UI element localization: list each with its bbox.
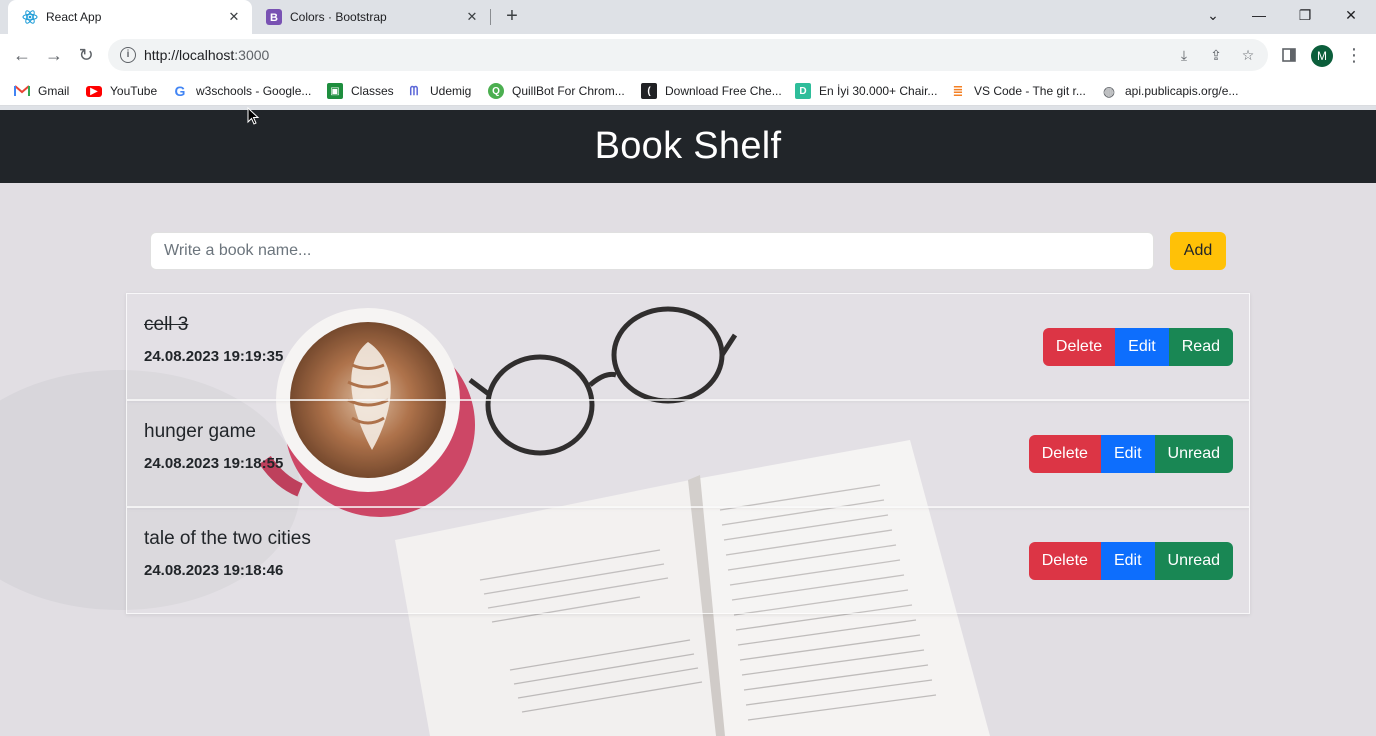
cheatsheet-icon: ( (641, 83, 657, 99)
bootstrap-icon: B (266, 9, 282, 25)
tab-title: Colors · Bootstrap (290, 10, 387, 24)
star-icon[interactable]: ☆ (1240, 47, 1256, 63)
book-actions: Delete Edit Read (1042, 328, 1233, 366)
url-text: http://localhost:3000 (144, 47, 270, 63)
mouse-cursor-icon (247, 107, 260, 125)
forward-icon[interactable]: → (42, 43, 66, 67)
quillbot-icon: Q (488, 83, 504, 99)
address-bar[interactable]: i http://localhost:3000 ⤓ ⇪ ☆ (108, 39, 1268, 71)
site-info-icon[interactable]: i (120, 47, 136, 63)
read-toggle-button[interactable]: Read (1168, 328, 1233, 366)
app-title: Book Shelf (594, 125, 782, 167)
list-item: hunger game 24.08.2023 19:18:55 Delete E… (126, 400, 1250, 507)
tab-title: React App (46, 10, 102, 24)
google-icon: G (174, 83, 186, 99)
reload-icon[interactable]: ↻ (74, 43, 98, 67)
book-date: 24.08.2023 19:18:46 (144, 562, 284, 579)
list-item: tale of the two cities 24.08.2023 19:18:… (126, 507, 1250, 614)
edit-button[interactable]: Edit (1100, 542, 1155, 580)
d-icon: D (795, 83, 811, 99)
bookmark-publicapis[interactable]: ◍ api.publicapis.org/e... (1101, 82, 1239, 100)
bookmark-chairs[interactable]: D En İyi 30.000+ Chair... (795, 82, 937, 100)
book-name-input[interactable] (150, 232, 1154, 270)
share-icon[interactable]: ⇪ (1208, 47, 1224, 63)
edit-button[interactable]: Edit (1115, 328, 1169, 366)
book-actions: Delete Edit Unread (1028, 542, 1233, 580)
bookmark-youtube[interactable]: ▶ YouTube (86, 82, 157, 100)
udemig-icon: ᗰ (409, 83, 419, 98)
read-toggle-button[interactable]: Unread (1154, 542, 1233, 580)
classroom-icon: ▣ (327, 83, 343, 99)
stack-icon: ≣ (952, 83, 964, 98)
bookmark-gmail[interactable]: Gmail (14, 82, 69, 100)
bookmarks-bar: Gmail ▶ YouTube G w3schools - Google... … (0, 76, 1376, 106)
svg-text:B: B (270, 12, 278, 24)
restore-icon[interactable]: ❐ (1282, 0, 1328, 30)
new-tab-icon[interactable]: + (500, 5, 524, 29)
youtube-icon: ▶ (86, 85, 102, 97)
book-title: hunger game (144, 421, 256, 442)
tab-colors-bootstrap[interactable]: B Colors · Bootstrap ✕ (252, 0, 490, 34)
tab-separator (490, 9, 491, 25)
book-title: cell 3 (144, 314, 189, 335)
book-title: tale of the two cities (144, 528, 311, 549)
close-tab-icon[interactable]: ✕ (226, 9, 242, 25)
book-date: 24.08.2023 19:18:55 (144, 455, 284, 472)
bookmark-vscode-git[interactable]: ≣ VS Code - The git r... (950, 82, 1086, 100)
menu-icon[interactable]: ⋮ (1342, 43, 1366, 67)
globe-icon: ◍ (1102, 82, 1116, 99)
tab-react-app[interactable]: React App ✕ (8, 0, 252, 34)
gmail-icon (14, 83, 30, 99)
delete-button[interactable]: Delete (1028, 542, 1101, 580)
minimize-icon[interactable]: — (1236, 0, 1282, 30)
install-icon[interactable]: ⤓ (1176, 47, 1192, 63)
profile-avatar[interactable]: M (1311, 45, 1333, 67)
book-actions: Delete Edit Unread (1028, 435, 1233, 473)
list-item: cell 3 24.08.2023 19:19:35 Delete Edit R… (126, 293, 1250, 400)
delete-button[interactable]: Delete (1028, 435, 1101, 473)
back-icon[interactable]: ← (10, 43, 34, 67)
side-panel-icon[interactable] (1277, 43, 1301, 67)
react-icon (22, 9, 38, 25)
delete-button[interactable]: Delete (1042, 328, 1116, 366)
close-window-icon[interactable]: ✕ (1328, 0, 1374, 30)
bookmark-classes[interactable]: ▣ Classes (327, 82, 394, 100)
bookmark-download-free[interactable]: ( Download Free Che... (641, 82, 782, 100)
book-list: cell 3 24.08.2023 19:19:35 Delete Edit R… (126, 293, 1250, 614)
edit-button[interactable]: Edit (1100, 435, 1155, 473)
book-date: 24.08.2023 19:19:35 (144, 348, 284, 365)
page-viewport: Book Shelf Add cell 3 24.08.2023 19:19:3… (0, 110, 1376, 736)
browser-toolbar: ← → ↻ i http://localhost:3000 ⤓ ⇪ ☆ M ⋮ (0, 34, 1376, 76)
add-button[interactable]: Add (1170, 232, 1226, 270)
bookmark-udemig[interactable]: ᗰ Udemig (406, 82, 472, 100)
close-tab-icon[interactable]: ✕ (464, 9, 480, 25)
tab-strip: React App ✕ B Colors · Bootstrap ✕ + ⌄ —… (0, 0, 1376, 34)
tab-search-icon[interactable]: ⌄ (1190, 0, 1236, 30)
bookmark-w3schools[interactable]: G w3schools - Google... (172, 82, 312, 100)
app-header: Book Shelf (0, 110, 1376, 183)
read-toggle-button[interactable]: Unread (1154, 435, 1233, 473)
bookmark-quillbot[interactable]: Q QuillBot For Chrom... (488, 82, 625, 100)
